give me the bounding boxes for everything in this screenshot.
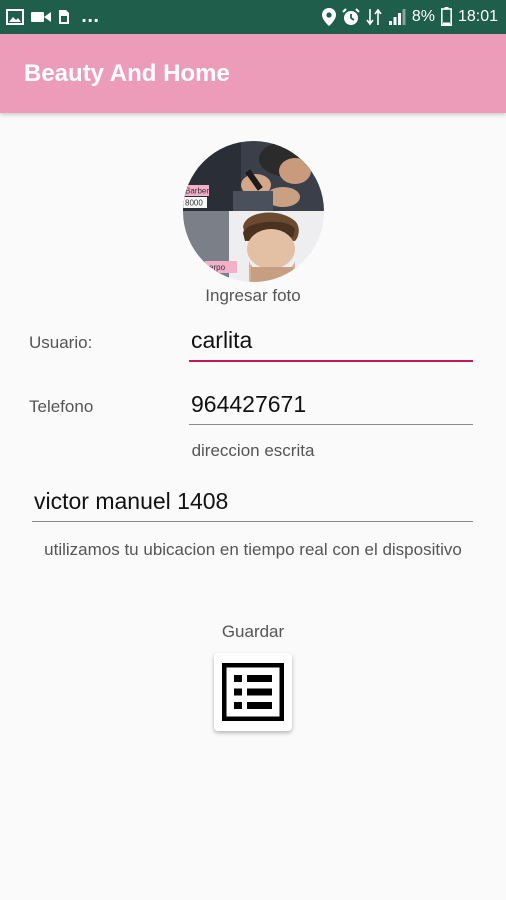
location-info-text: utilizamos tu ubicacion en tiempo real c… <box>44 540 462 559</box>
app-title: Beauty And Home <box>24 60 230 87</box>
video-camera-icon <box>31 11 51 22</box>
save-button[interactable] <box>214 653 292 731</box>
photo-tag-number: 8000 <box>185 199 203 208</box>
data-arrows-icon <box>366 8 382 25</box>
direccion-input[interactable]: victor manuel 1408 <box>32 478 473 522</box>
telefono-label: Telefono <box>29 397 94 416</box>
signal-icon <box>388 8 406 25</box>
list-icon <box>222 663 284 721</box>
photo-tag-barber: Barber <box>185 187 209 196</box>
location-pin-icon <box>321 7 336 26</box>
app-bar: Beauty And Home <box>0 34 506 113</box>
usuario-label: Usuario: <box>29 333 93 352</box>
usuario-value: carlita <box>191 327 253 353</box>
alarm-icon <box>342 7 360 25</box>
status-bar: ... 8% 18:01 <box>0 0 506 34</box>
photo-caption[interactable]: Ingresar foto <box>0 286 506 306</box>
direccion-label: direccion escrita <box>191 441 315 460</box>
status-time: 18:01 <box>457 7 498 25</box>
save-label: Guardar <box>221 622 285 641</box>
telefono-value: 964427671 <box>191 391 307 417</box>
sim-icon <box>59 9 69 24</box>
photo-tag-bottom: erpo <box>209 263 226 272</box>
battery-icon <box>440 7 452 26</box>
status-left-icons: ... <box>6 7 99 26</box>
battery-percent: 8% <box>411 7 435 25</box>
status-right: 8% 18:01 <box>321 7 498 26</box>
profile-photo[interactable]: Barber 8000 erpo <box>183 141 324 282</box>
status-more: ... <box>81 7 100 26</box>
direccion-value: victor manuel 1408 <box>34 488 229 514</box>
barber-collage-image: Barber 8000 erpo <box>183 141 324 282</box>
usuario-input[interactable]: carlita <box>189 322 473 362</box>
telefono-input[interactable]: 964427671 <box>189 385 473 425</box>
image-icon <box>6 8 24 25</box>
